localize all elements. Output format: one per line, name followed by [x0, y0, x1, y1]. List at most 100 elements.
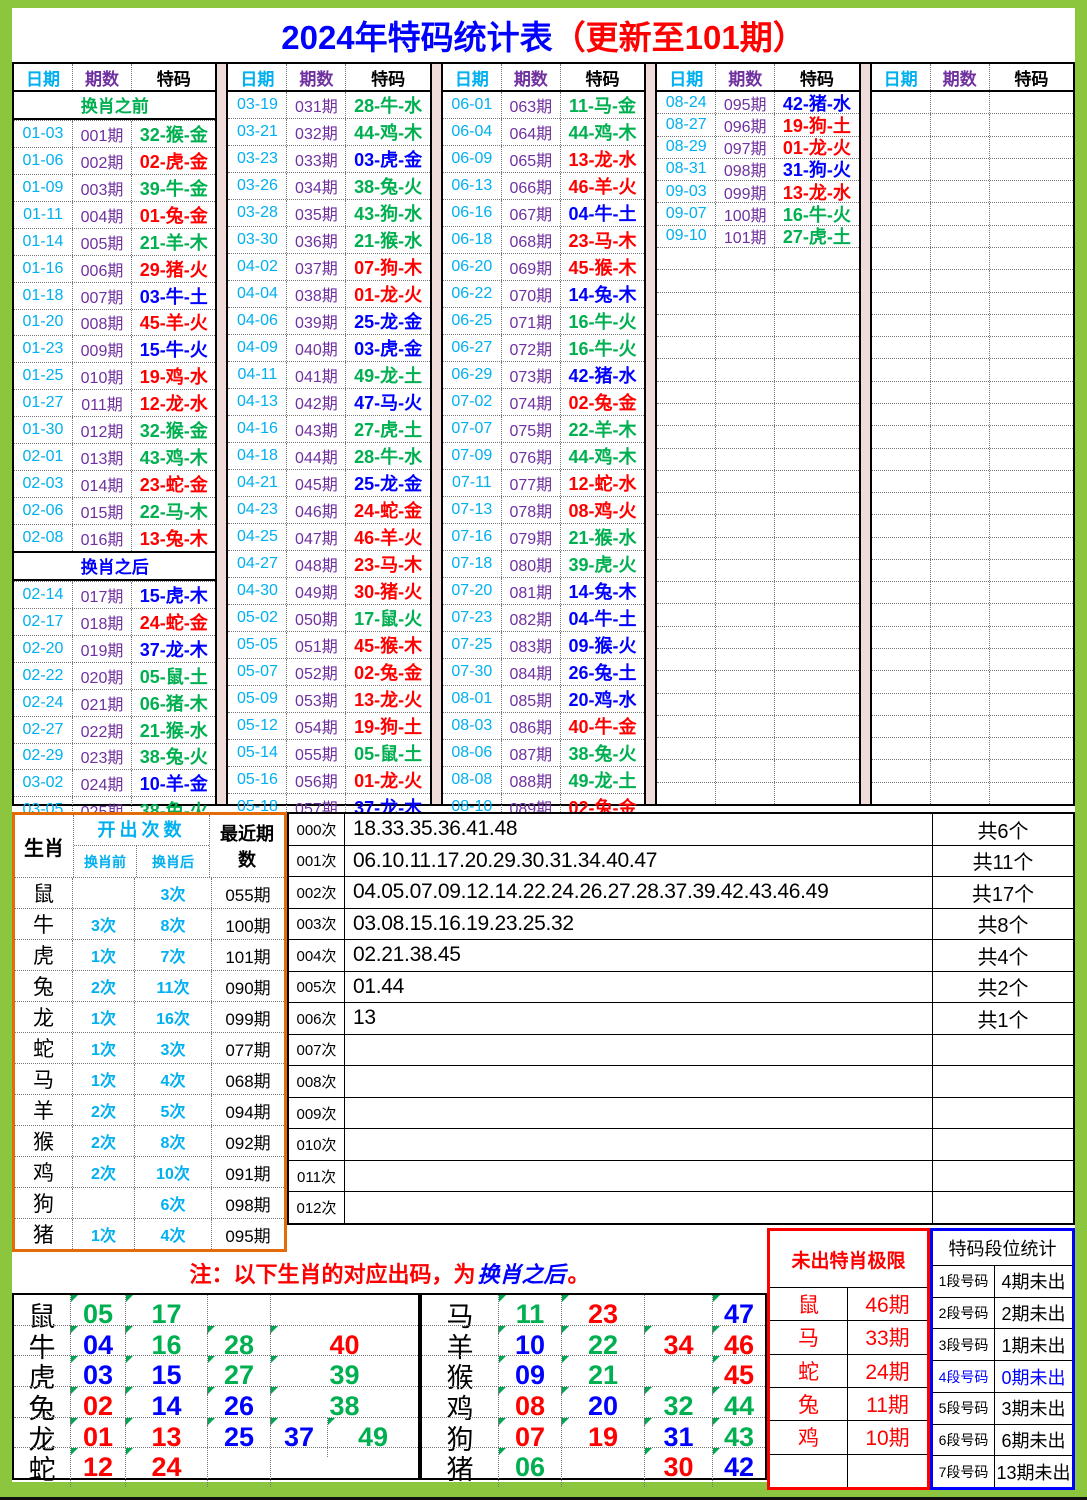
date-cell: 06-13: [443, 173, 502, 199]
date-cell: 08-06: [443, 740, 502, 766]
date-cell: 01-18: [14, 283, 73, 309]
date-cell: 04-13: [228, 389, 287, 415]
period-cell: 032期: [287, 119, 346, 145]
zodiac-stats-row: 蛇1次3次077期: [15, 1032, 284, 1063]
date-cell: 02-03: [14, 471, 73, 497]
date-cell: 04-11: [228, 362, 287, 388]
period-cell: 044期: [287, 443, 346, 469]
cell-corner-marker: [126, 1448, 133, 1455]
period-cell: 048期: [287, 551, 346, 577]
date-cell: [872, 582, 931, 603]
period-cell: [931, 159, 990, 180]
frequency-label-cell: 007次: [289, 1035, 345, 1066]
period-cell: [716, 471, 775, 492]
code-cell: [775, 604, 858, 625]
code-cell: 44-鸡-木: [561, 119, 644, 145]
table-row: 03-02024期10-羊-金: [14, 769, 215, 796]
recent-period-cell: 055期: [212, 881, 284, 906]
period-cell: [716, 560, 775, 581]
table-row: [872, 113, 1073, 135]
period-cell: 002期: [73, 148, 132, 174]
segment-value: 6期未出: [995, 1425, 1072, 1456]
period-cell: [931, 515, 990, 536]
table-row: [872, 670, 1073, 692]
table-row: 06-25071期16-牛-火: [443, 307, 644, 334]
date-cell: [872, 716, 931, 737]
column-header-date: 日期: [657, 64, 716, 90]
zodiac-cell: 鸡: [15, 1157, 73, 1187]
cell-corner-marker: [126, 1418, 133, 1425]
period-cell: 021期: [73, 690, 132, 716]
period-cell: 085期: [502, 686, 561, 712]
code-cell: [990, 582, 1073, 603]
date-cell: [872, 471, 931, 492]
date-cell: [872, 137, 931, 158]
recent-period-cell: 091期: [212, 1160, 284, 1185]
frequency-label-cell: 003次: [289, 909, 345, 940]
date-cell: 06-25: [443, 308, 502, 334]
date-cell: [872, 404, 931, 425]
code-cell: 01-龙-火: [775, 137, 858, 158]
date-cell: 01-30: [14, 417, 73, 443]
table-row: 04-09040期03-虎-金: [228, 334, 429, 361]
zodiac-number-row: 猴092145: [422, 1355, 765, 1386]
code-cell: 12-龙-水: [132, 390, 215, 416]
code-cell: 20-鸡-水: [561, 686, 644, 712]
period-cell: 055期: [287, 740, 346, 766]
date-cell: 05-02: [228, 605, 287, 631]
period-cell: [716, 671, 775, 692]
code-cell: [990, 760, 1073, 781]
code-cell: 25-龙-金: [346, 470, 429, 496]
date-cell: 02-17: [14, 609, 73, 635]
code-cell: 14-兔-木: [561, 281, 644, 307]
code-cell: 26-兔-土: [561, 659, 644, 685]
frequency-numbers-cell: [345, 1192, 933, 1223]
missing-zodiac-periods: 10期: [848, 1421, 927, 1453]
table-row: 04-18044期28-牛-水: [228, 442, 429, 469]
code-cell: [990, 382, 1073, 403]
page-title: 2024年特码统计表（更新至101期）: [12, 8, 1075, 62]
table-row: [872, 581, 1073, 603]
period-cell: 086期: [502, 713, 561, 739]
code-cell: 45-猴-木: [346, 632, 429, 658]
table-row: [872, 158, 1073, 180]
date-cell: [872, 515, 931, 536]
cell-corner-marker: [645, 1448, 652, 1455]
period-cell: 019期: [73, 636, 132, 662]
date-cell: [872, 293, 931, 314]
frequency-row: 001次06.10.11.17.20.29.30.31.34.40.47共11个: [289, 845, 1073, 877]
code-cell: 16-牛-火: [561, 335, 644, 361]
cell-corner-marker: [499, 1295, 506, 1302]
zodiac-number-row: 马112347: [422, 1295, 765, 1325]
table-row: 06-18068期23-马-木: [443, 226, 644, 253]
table-row: 08-01085期20-鸡-水: [443, 685, 644, 712]
frequency-label-cell: 009次: [289, 1098, 345, 1129]
cell-corner-marker: [645, 1326, 652, 1333]
code-cell: [775, 270, 858, 291]
column-header-code: 特码: [990, 64, 1073, 90]
code-cell: [990, 560, 1073, 581]
code-cell: 12-蛇-水: [561, 470, 644, 496]
frequency-row: 003次03.08.15.16.19.23.25.32共8个: [289, 908, 1073, 940]
date-cell: [657, 337, 716, 358]
date-cell: 05-12: [228, 713, 287, 739]
code-cell: 19-鸡-水: [132, 363, 215, 389]
period-cell: [716, 426, 775, 447]
code-cell: 13-兔-木: [132, 525, 215, 551]
date-cell: 01-27: [14, 390, 73, 416]
period-cell: 070期: [502, 281, 561, 307]
segment-label: 1段号码: [933, 1266, 995, 1297]
frequency-total-cell: [933, 1098, 1073, 1129]
table-row: [872, 292, 1073, 314]
date-cell: [657, 426, 716, 447]
date-cell: 02-24: [14, 690, 73, 716]
cell-corner-marker: [713, 1418, 720, 1425]
period-cell: [931, 538, 990, 559]
period-cell: 049期: [287, 578, 346, 604]
missing-zodiac-row: [770, 1454, 927, 1487]
period-cell: 053期: [287, 686, 346, 712]
table-row: [657, 314, 858, 336]
code-cell: 03-虎-金: [346, 146, 429, 172]
date-cell: 02-08: [14, 525, 73, 551]
date-cell: 01-11: [14, 202, 73, 228]
